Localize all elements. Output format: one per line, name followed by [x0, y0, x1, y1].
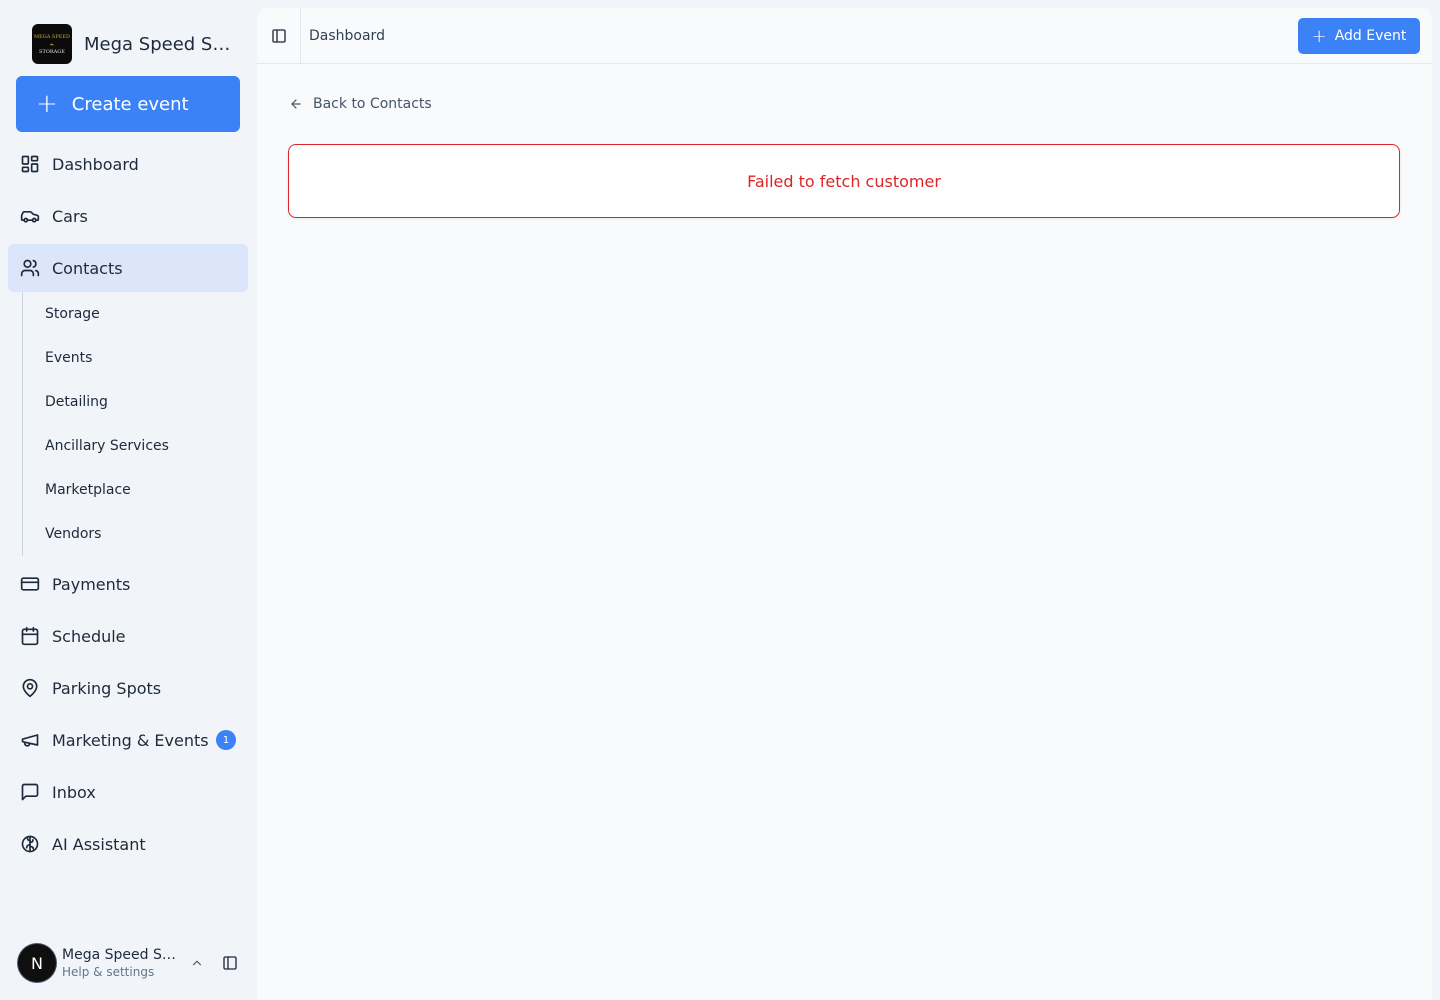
create-event-label: Create event [71, 93, 189, 115]
subnav-item-marketplace[interactable]: Marketplace [23, 468, 248, 512]
plus-icon: + [36, 89, 58, 119]
sidebar: MEGA SPEED ⌁ STORAGE Mega Speed St... + … [0, 0, 256, 1000]
sidebar-item-label: Schedule [52, 626, 126, 646]
credit-card-icon [20, 577, 40, 591]
sidebar-item-payments[interactable]: Payments [8, 560, 248, 608]
sidebar-item-label: Dashboard [52, 154, 139, 174]
subnav-item-detailing[interactable]: Detailing [23, 380, 248, 424]
sidebar-item-dashboard[interactable]: Dashboard [8, 140, 248, 188]
car-icon [20, 211, 40, 223]
sidebar-toggle-button[interactable] [257, 7, 301, 64]
subnav-item-ancillary-services[interactable]: Ancillary Services [23, 424, 248, 468]
account-subtitle: Help & settings [62, 965, 155, 979]
sidebar-item-marketing-events[interactable]: Marketing & Events 1 [8, 716, 248, 764]
subnav-item-vendors[interactable]: Vendors [23, 512, 248, 556]
users-icon [20, 259, 40, 277]
add-event-button[interactable]: + Add Event [1298, 18, 1420, 54]
sidebar-item-label: Parking Spots [52, 678, 162, 698]
breadcrumb[interactable]: Dashboard [309, 28, 385, 44]
chevron-up-icon[interactable] [190, 956, 204, 970]
arrow-left-icon [291, 99, 301, 109]
main-content: Dashboard + Add Event Back to Contacts F… [257, 7, 1432, 1000]
sidebar-item-label: Payments [52, 574, 131, 594]
brand-logo: MEGA SPEED ⌁ STORAGE [32, 24, 72, 64]
sidebar-item-label: Cars [52, 206, 88, 226]
contacts-subnav: Storage Events Detailing Ancillary Servi… [22, 292, 248, 556]
subnav-item-storage[interactable]: Storage [23, 292, 248, 336]
sidebar-item-contacts[interactable]: Contacts [8, 244, 248, 292]
panel-left-icon[interactable] [222, 955, 238, 971]
sidebar-item-label: Contacts [52, 258, 123, 278]
megaphone-icon [21, 734, 39, 747]
sidebar-item-schedule[interactable]: Schedule [8, 612, 248, 660]
map-pin-icon [22, 678, 38, 698]
brand[interactable]: MEGA SPEED ⌁ STORAGE Mega Speed St... [32, 24, 234, 64]
subnav-item-events[interactable]: Events [23, 336, 248, 380]
avatar: N [18, 944, 56, 982]
brain-icon [21, 835, 39, 853]
sidebar-item-cars[interactable]: Cars [8, 192, 248, 240]
create-event-button[interactable]: + Create event [16, 76, 240, 132]
sidebar-item-label: Inbox [52, 782, 96, 802]
calendar-icon [21, 626, 39, 646]
topbar: Dashboard + Add Event [257, 7, 1432, 64]
error-alert: Failed to fetch customer [288, 144, 1400, 218]
back-to-contacts-link[interactable]: Back to Contacts [289, 96, 432, 112]
message-square-icon [21, 783, 39, 801]
sidebar-item-inbox[interactable]: Inbox [8, 768, 248, 816]
notification-badge: 1 [216, 730, 236, 750]
error-message: Failed to fetch customer [747, 171, 941, 191]
plus-icon: + [1311, 25, 1327, 47]
dashboard-icon [21, 155, 39, 173]
back-link-label: Back to Contacts [313, 96, 432, 112]
account-footer[interactable]: N Mega Speed St... Help & settings [18, 944, 248, 982]
sidebar-item-label: AI Assistant [52, 834, 146, 854]
add-event-label: Add Event [1334, 28, 1407, 44]
sidebar-item-ai-assistant[interactable]: AI Assistant [8, 820, 248, 868]
sidebar-item-parking-spots[interactable]: Parking Spots [8, 664, 248, 712]
panel-left-icon [271, 28, 286, 43]
account-text: Mega Speed St... Help & settings [62, 947, 180, 979]
sidebar-item-label: Marketing & Events [52, 730, 209, 750]
brand-name: Mega Speed St... [84, 33, 234, 55]
account-name: Mega Speed St... [62, 947, 180, 963]
